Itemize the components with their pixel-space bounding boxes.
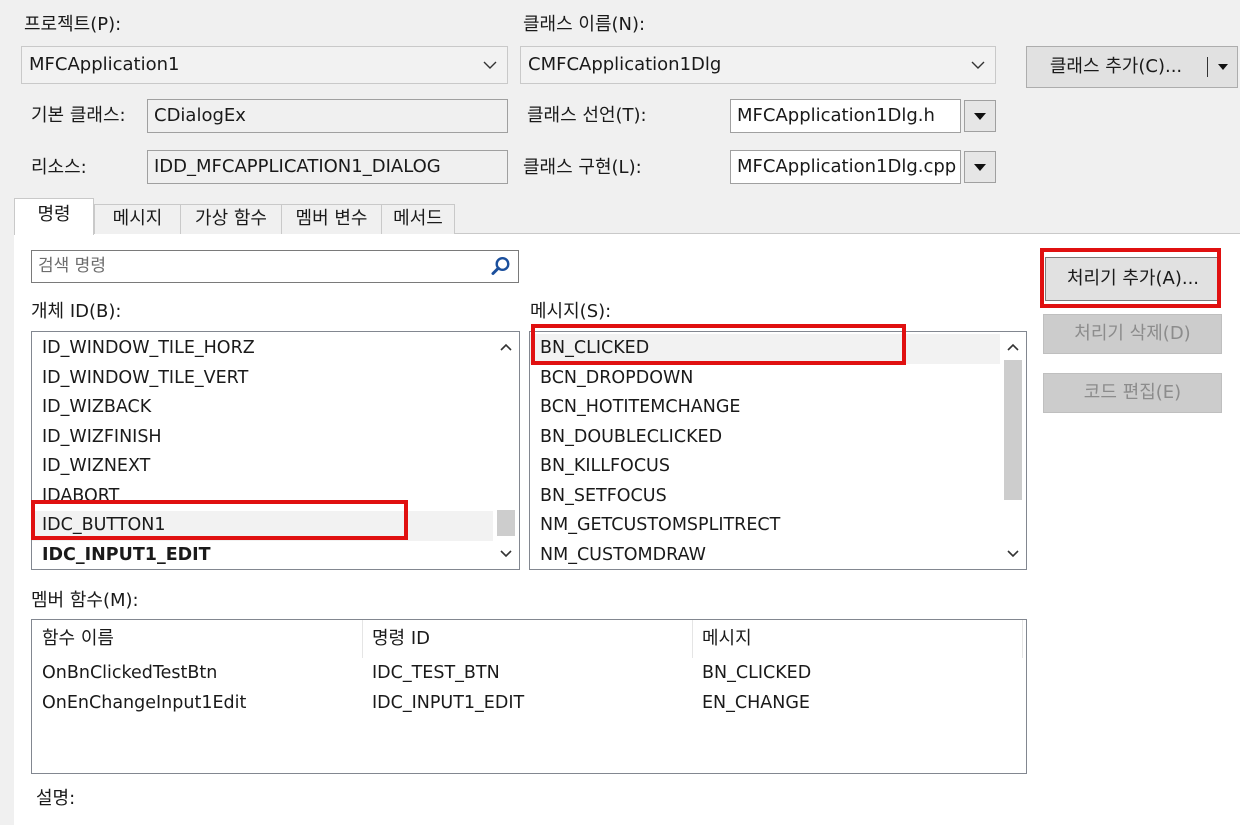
list-item[interactable]: ID_WIZFINISH <box>32 423 162 453</box>
class-name-combo[interactable]: CMFCApplication1Dlg <box>520 46 996 84</box>
list-item[interactable]: ID_WIZBACK <box>32 393 151 423</box>
class-implementation-dropdown-button[interactable] <box>964 151 996 183</box>
column-header-message[interactable]: 메시지 <box>692 620 752 658</box>
class-declaration-label: 클래스 선언(T): <box>527 105 647 126</box>
scroll-down-icon[interactable] <box>1000 541 1026 567</box>
table-cell[interactable]: IDC_TEST_BTN <box>362 658 500 688</box>
list-item[interactable]: IDC_INPUT1_EDIT <box>32 541 211 570</box>
project-label: 프로젝트(P): <box>24 14 122 35</box>
list-item[interactable]: BN_SETFOCUS <box>530 482 667 512</box>
scroll-up-icon[interactable] <box>493 334 519 360</box>
scroll-thumb[interactable] <box>497 510 515 536</box>
split-divider <box>1207 57 1208 77</box>
add-class-split-button[interactable]: 클래스 추가(C)... <box>1026 46 1238 88</box>
list-item-selected[interactable]: BN_CLICKED <box>530 334 1000 364</box>
delete-handler-button[interactable]: 처리기 삭제(D) <box>1043 314 1222 354</box>
list-item[interactable]: NM_GETCUSTOMSPLITRECT <box>530 511 780 541</box>
class-implementation-field[interactable]: MFCApplication1Dlg.cpp <box>730 150 961 184</box>
object-ids-scrollbar[interactable] <box>493 332 519 569</box>
add-handler-button[interactable]: 처리기 추가(A)... <box>1045 257 1221 301</box>
list-item[interactable]: ID_WINDOW_TILE_VERT <box>32 364 248 394</box>
table-cell[interactable]: EN_CHANGE <box>692 688 810 718</box>
scroll-thumb[interactable] <box>1004 360 1022 500</box>
class-name-label: 클래스 이름(N): <box>523 14 646 35</box>
dropdown-arrow-icon <box>974 163 986 171</box>
scroll-up-icon[interactable] <box>1000 334 1026 360</box>
table-cell[interactable]: OnEnChangeInput1Edit <box>32 688 246 718</box>
column-header-function-name[interactable]: 함수 이름 <box>32 620 114 658</box>
dropdown-arrow-icon[interactable] <box>1213 47 1233 87</box>
object-ids-label: 개체 ID(B): <box>31 301 122 322</box>
tab-messages[interactable]: 메시지 <box>94 204 181 234</box>
list-item[interactable]: BN_DOUBLECLICKED <box>530 423 722 453</box>
base-class-label: 기본 클래스: <box>31 105 126 126</box>
list-item[interactable]: BN_KILLFOCUS <box>530 452 670 482</box>
messages-listbox[interactable]: BN_CLICKED BCN_DROPDOWN BCN_HOTITEMCHANG… <box>529 331 1027 570</box>
list-item[interactable]: ID_WINDOW_TILE_HORZ <box>32 334 255 364</box>
class-declaration-field[interactable]: MFCApplication1Dlg.h <box>730 99 961 133</box>
resource-field: IDD_MFCAPPLICATION1_DIALOG <box>147 150 508 184</box>
object-ids-listbox[interactable]: ID_WINDOW_TILE_HORZ ID_WINDOW_TILE_VERT … <box>31 331 520 570</box>
search-placeholder: 검색 명령 <box>38 256 106 276</box>
edit-code-button[interactable]: 코드 편집(E) <box>1043 373 1222 413</box>
list-item[interactable]: BCN_DROPDOWN <box>530 364 693 394</box>
table-cell[interactable]: IDC_INPUT1_EDIT <box>362 688 524 718</box>
table-cell[interactable]: OnBnClickedTestBtn <box>32 658 217 688</box>
member-functions-listview[interactable]: 함수 이름 명령 ID 메시지 OnBnClickedTestBtn IDC_T… <box>31 619 1027 774</box>
list-item[interactable]: ID_WIZNEXT <box>32 452 150 482</box>
class-name-value: CMFCApplication1Dlg <box>528 54 722 75</box>
base-class-field: CDialogEx <box>147 99 508 133</box>
resource-label: 리소스: <box>31 157 87 178</box>
list-item[interactable]: IDABORT <box>32 482 119 512</box>
search-icon[interactable] <box>490 255 512 277</box>
search-input[interactable]: 검색 명령 <box>31 250 519 283</box>
column-divider <box>1022 620 1023 658</box>
tab-commands[interactable]: 명령 <box>14 198 94 235</box>
chevron-down-icon <box>969 47 987 83</box>
tab-methods[interactable]: 메서드 <box>381 204 455 234</box>
messages-scrollbar[interactable] <box>1000 332 1026 569</box>
add-class-button[interactable]: 클래스 추가(C)... <box>1027 47 1205 87</box>
table-cell[interactable]: BN_CLICKED <box>692 658 811 688</box>
dropdown-arrow-icon <box>974 112 986 120</box>
project-combo[interactable]: MFCApplication1 <box>21 46 508 84</box>
project-value: MFCApplication1 <box>29 54 180 75</box>
tab-virtual-functions[interactable]: 가상 함수 <box>180 204 282 234</box>
class-implementation-label: 클래스 구현(L): <box>523 157 642 178</box>
messages-label: 메시지(S): <box>530 301 612 322</box>
scroll-down-icon[interactable] <box>493 541 519 567</box>
list-item-selected[interactable]: IDC_BUTTON1 <box>32 511 493 541</box>
tab-member-variables[interactable]: 멤버 변수 <box>281 204 382 234</box>
list-item[interactable]: BCN_HOTITEMCHANGE <box>530 393 740 423</box>
class-declaration-dropdown-button[interactable] <box>964 100 996 132</box>
column-header-command-id[interactable]: 명령 ID <box>362 620 430 658</box>
list-item[interactable]: NM_CUSTOMDRAW <box>530 541 706 570</box>
member-functions-label: 멤버 함수(M): <box>31 590 139 611</box>
chevron-down-icon <box>481 47 499 83</box>
description-label: 설명: <box>36 788 76 809</box>
